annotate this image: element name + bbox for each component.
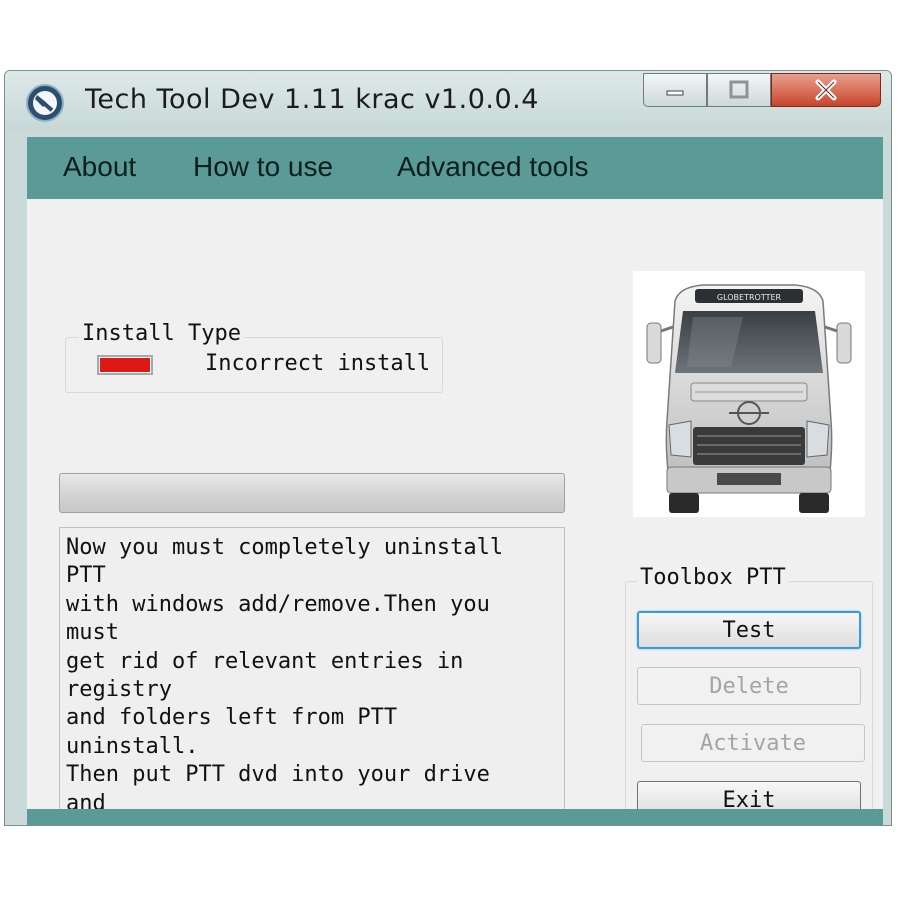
title-bar[interactable]: Tech Tool Dev 1.11 krac v1.0.0.4 bbox=[5, 71, 891, 131]
message-line: uninstall. bbox=[66, 733, 199, 759]
menu-bar: About How to use Advanced tools bbox=[27, 137, 883, 199]
install-type-legend: Install Type bbox=[79, 321, 244, 347]
toolbox-legend: Toolbox PTT bbox=[637, 565, 789, 591]
status-strip bbox=[27, 809, 883, 825]
app-logo-icon bbox=[26, 84, 64, 122]
main-window: Tech Tool Dev 1.11 krac v1.0.0.4 About H… bbox=[4, 70, 892, 826]
truck-image: GLOBETROTTER bbox=[633, 271, 865, 517]
install-status-text: Incorrect install bbox=[205, 351, 431, 376]
truck-banner: GLOBETROTTER bbox=[717, 293, 782, 302]
truck-illustration: GLOBETROTTER bbox=[646, 284, 852, 513]
minimize-button[interactable] bbox=[643, 73, 707, 107]
message-line: Then put PTT dvd into your drive bbox=[66, 762, 490, 788]
maximize-icon bbox=[729, 80, 749, 99]
client-area: About How to use Advanced tools Install … bbox=[27, 137, 883, 825]
close-button[interactable] bbox=[771, 73, 881, 107]
message-line: with windows add/remove.Then you bbox=[66, 591, 490, 617]
activate-button[interactable]: Activate bbox=[641, 724, 865, 762]
menu-how-to-use[interactable]: How to use bbox=[193, 151, 333, 183]
test-button[interactable]: Test bbox=[637, 611, 861, 649]
message-line: PTT bbox=[66, 563, 106, 589]
progress-bar bbox=[59, 473, 565, 513]
menu-about[interactable]: About bbox=[63, 151, 136, 183]
minimize-icon bbox=[666, 90, 684, 96]
window-title: Tech Tool Dev 1.11 krac v1.0.0.4 bbox=[85, 84, 539, 115]
message-line: registry bbox=[66, 677, 172, 703]
message-textbox[interactable]: Now you must completely uninstall PTT wi… bbox=[59, 527, 565, 825]
maximize-button[interactable] bbox=[707, 73, 771, 107]
delete-button[interactable]: Delete bbox=[637, 667, 861, 705]
message-line: get rid of relevant entries in bbox=[66, 648, 464, 674]
install-status-indicator bbox=[97, 355, 153, 375]
message-line: and folders left from PTT bbox=[66, 705, 398, 731]
close-icon bbox=[815, 79, 837, 101]
message-line: Now you must completely uninstall bbox=[66, 535, 504, 560]
message-line: must bbox=[66, 620, 119, 646]
menu-advanced-tools[interactable]: Advanced tools bbox=[397, 151, 588, 183]
window-controls bbox=[643, 73, 881, 107]
